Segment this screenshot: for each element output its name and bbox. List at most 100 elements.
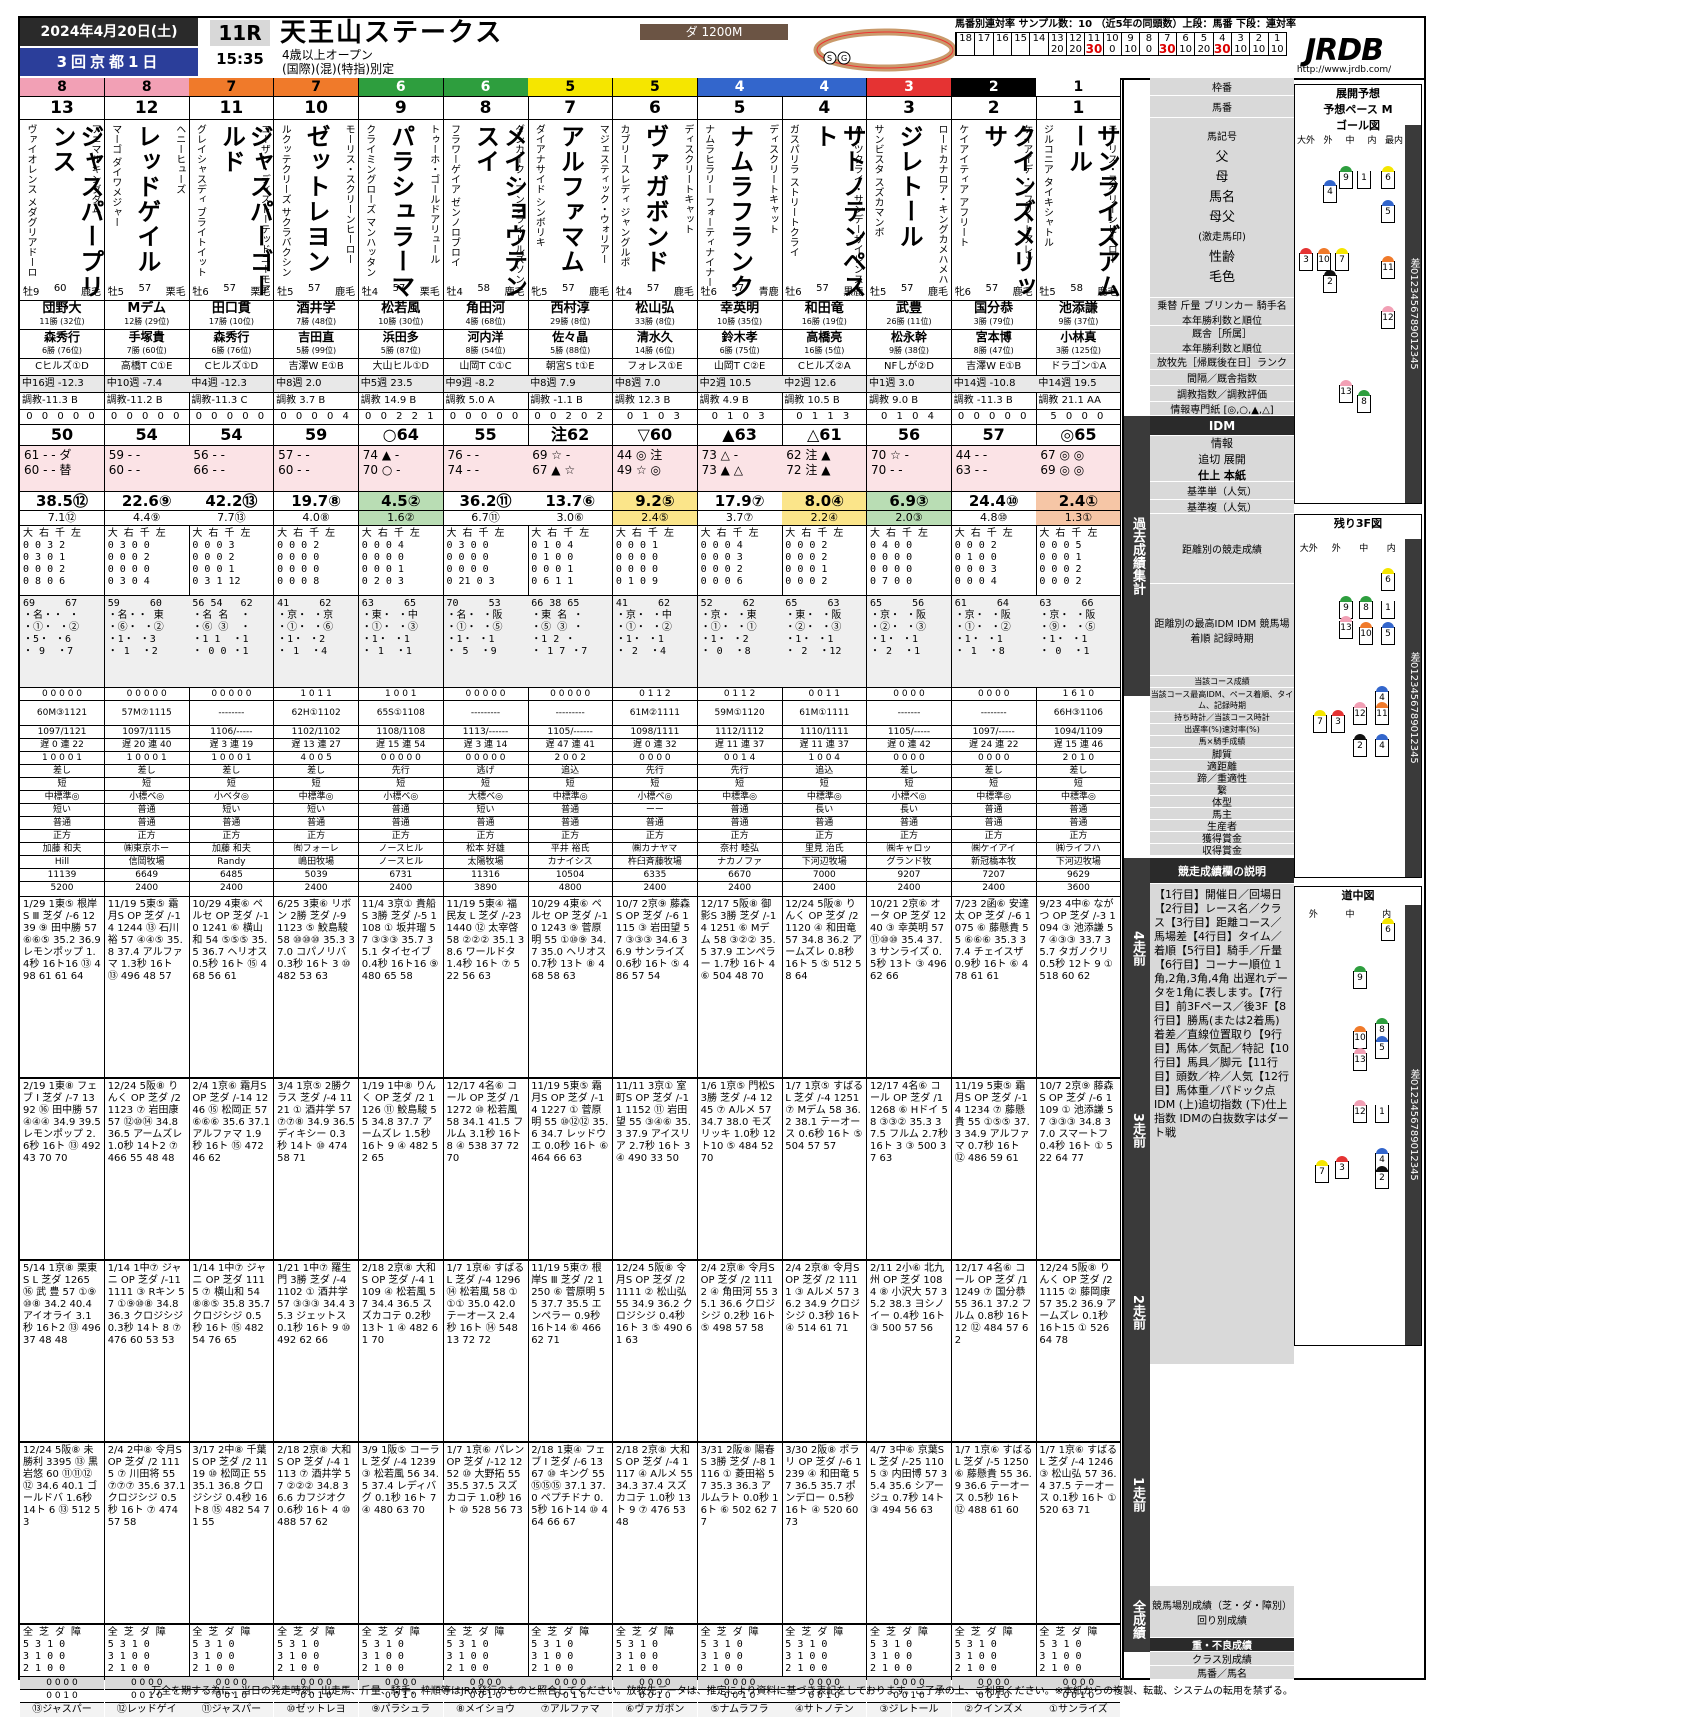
past-race[interactable]: 10/7 2京⑨ 藤森S OP 芝ダ /-6 1115 ③ 岩田望 57 ③③③… [612, 897, 697, 1079]
past-race[interactable]: 10/29 4東⑥ ペルセ OP 芝ダ /-10 1241 ⑥ 横山和 54 ⑤… [189, 897, 274, 1079]
trainer-name[interactable]: 宮本博 [976, 330, 1012, 344]
past-race[interactable]: 11/19 5東⑤ 霜月S OP 芝ダ /-14 1244 ⑬ 石川裕 57 ④… [104, 897, 189, 1079]
past-race[interactable]: 3/17 2中⑧ 千葉S OP 芝ダ /2 1119 ⑩ 松岡正 55 35.1… [189, 1443, 274, 1625]
past-race[interactable]: 11/19 5東⑤ 霜月S OP 芝ダ /-14 1227 ① 菅原明 55 ⑩… [528, 1079, 613, 1261]
jockey-name[interactable]: Mデム [127, 301, 166, 316]
horse-name[interactable]: メイショウテンスイ [472, 124, 528, 300]
past-race[interactable]: 2/19 1東⑧ フェブ I 芝ダ /-7 1392 ⑯ 田中勝 57 ④④④ … [20, 1079, 104, 1261]
past-race[interactable]: 2/4 2中⑧ 令月S OP 芝ダ /2 1115 ⑦ 川田将 55 ⑦⑦⑦ 3… [104, 1443, 189, 1625]
past-race[interactable]: 2/18 2京⑧ 大和S OP 芝ダ /-4 1113 ⑦ 酒井学 57 ②②②… [274, 1443, 359, 1625]
past-race[interactable]: 11/19 5東④ 福民友 L 芝ダ /-23 1440 ⑫ 太宰啓 58 ②②… [443, 897, 528, 1079]
horse-name[interactable]: ヴァガボンド [641, 124, 669, 274]
past-race[interactable]: 1/14 1中⑦ ジャニ OP 芝ダ /-11 1111 ③ Rキン 57 ①⑨… [104, 1261, 189, 1443]
jockey-name[interactable]: 和田竜 [805, 301, 844, 316]
past-race[interactable]: 2/4 2京⑧ 令月S OP 芝ダ /2 1112 ④ 角田河 55 35.1 … [697, 1261, 782, 1443]
past-race[interactable]: 12/17 4名⑥ コール OP 芝ダ /1 1272 ⑩ 松若風 58 34.… [443, 1079, 528, 1261]
past-race[interactable]: 1/21 1中⑦ 羅生門 3勝 芝ダ /-4 1102 ① 酒井学 57 ③③③… [274, 1261, 359, 1443]
trainer-name[interactable]: 清水久 [637, 330, 673, 344]
past-race[interactable]: 1/7 1京⑥ パレン OP 芝ダ /-12 1252 ⑩ 大野拓 55 35.… [443, 1443, 528, 1625]
past-race[interactable]: 4/7 3中⑥ 京葉S L 芝ダ /-25 1105 ③ 内田博 57 35.4… [867, 1443, 951, 1625]
horse-name[interactable]: アルファマム [556, 124, 584, 274]
horse-name[interactable]: ジャスパーゴールド [217, 124, 273, 300]
past-race[interactable]: 1/7 1京⑥ すばる L 芝ダ /-4 1296 ⑭ 松若風 58 ①①① 3… [443, 1261, 528, 1443]
past-race[interactable]: 12/24 5阪⑧ りんく OP 芝ダ /2 1123 ⑦ 岩田康 57 ⑫⑩⑭… [104, 1079, 189, 1261]
past-race[interactable]: 12/24 5阪⑧ りんく OP 芝ダ /2 1120 ④ 和田竜 57 34.… [782, 897, 867, 1079]
past-race[interactable]: 3/4 1京⑤ 2勝クラス 芝ダ /-4 1121 ① 酒井学 57 ⑦⑦⑧ 3… [274, 1079, 359, 1261]
pastern: 普通 [528, 804, 613, 817]
trainer-name[interactable]: 浜田多 [383, 330, 419, 344]
idm-value: 59 [274, 425, 359, 446]
past-race[interactable]: 10/21 2京⑥ オータ OP 芝ダ 1240 ③ 幸英明 57 ⑪⑩⑩ 35… [867, 897, 951, 1079]
trainer-name[interactable]: 森秀行 [213, 330, 249, 344]
past-race[interactable]: 1/7 1京⑥ すばる L 芝ダ /-5 1250 ⑥ 藤懸貴 55 36.9 … [951, 1443, 1036, 1625]
jockey-name[interactable]: 池添謙 [1059, 301, 1098, 316]
past-race[interactable]: 1/19 1中⑧ りんく OP 芝ダ /2 1126 ⑪ 鮫島駿 55 34.8… [358, 1079, 443, 1261]
jockey-name[interactable]: 幸英明 [720, 301, 759, 316]
trainer-name[interactable]: 手塚貴 [129, 330, 165, 344]
past-race[interactable]: 11/4 3京① 貴船S 3勝 芝ダ /-5 1108 ① 坂井瑠 57 ③③③… [358, 897, 443, 1079]
trainer-name[interactable]: 佐々晶 [552, 330, 588, 344]
trainer-name[interactable]: 森秀行 [44, 330, 80, 344]
past-race[interactable]: 1/29 1東⑤ 根岸S Ⅲ 芝ダ /-6 1239 ⑨ 田中勝 57 ⑥⑥⑤ … [20, 897, 104, 1079]
past-race[interactable]: 10/29 4東⑥ ペルセ OP 芝ダ /-10 1243 ⑨ 菅原明 55 ①… [528, 897, 613, 1079]
past-race[interactable]: 6/25 3東⑥ リボン 2勝 芝ダ /-9 1123 ⑤ 鮫島駿 58 ⑩⑩⑩… [274, 897, 359, 1079]
past-race[interactable]: 1/7 1京⑥ すばる L 芝ダ /-4 1246 ③ 松山弘 57 36.4 … [1036, 1443, 1121, 1625]
horse-name[interactable]: サンライズアムール [1064, 124, 1120, 300]
past-race[interactable]: 12/24 5阪⑧ 未勝利 3395 ⑬ 黒岩悠 60 ⑪⑪⑫⑫ 34.6 40… [20, 1443, 104, 1625]
jrdb-url[interactable]: http://www.jrdb.com/ [1274, 66, 1414, 75]
horse-name[interactable]: ナムラフランク [726, 124, 754, 299]
past-race[interactable]: 2/18 2京⑧ 大和S OP 芝ダ /-4 1109 ④ 松若風 57 34.… [358, 1261, 443, 1443]
past-race[interactable]: 2/4 2京⑧ 令月S OP 芝ダ /2 1111 ③ Aルメ 57 36.2 … [782, 1261, 867, 1443]
past-race[interactable]: 11/11 3京① 室町S OP 芝ダ /-11 1152 ⑪ 岩田望 55 ③… [612, 1079, 697, 1261]
past-race[interactable]: 2/4 1京⑥ 霜月S OP 芝ダ /-14 1246 ⑮ 松岡正 57 ⑥⑥⑥… [189, 1079, 274, 1261]
past-race[interactable]: 12/17 4名⑥ コール OP 芝ダ /1 1249 ⑦ 国分恭 55 36.… [951, 1261, 1036, 1443]
trainer-name[interactable]: 鈴木孝 [722, 330, 758, 344]
past-race[interactable]: 10/7 2京⑨ 藤森S OP 芝ダ /-6 1109 ① 池添謙 57 ③③③… [1036, 1079, 1121, 1261]
past-race[interactable]: 1/7 1京⑤ すばる L 芝ダ /-4 1251 ⑦ Mデム 58 36.2 … [782, 1079, 867, 1261]
horse-number: 12 [104, 97, 189, 120]
label-side-3: 3走前 [1124, 1040, 1150, 1222]
past-race[interactable]: 2/11 2小⑥ 北九州 OP 芝ダ 1084 ⑧ 小沢大 57 35.2 38… [867, 1261, 951, 1443]
jockey-name[interactable]: 角田河 [466, 301, 505, 316]
past-race[interactable]: 3/31 2阪⑧ 陽春S 3勝 芝ダ /-8 1116 ① 菱田裕 57 35.… [697, 1443, 782, 1625]
past-race[interactable]: 2/18 1東④ フェブ I 芝ダ /-6 1367 ⑩ キング 55 ⑮⑮⑮ … [528, 1443, 613, 1625]
jockey-name[interactable]: 松山弘 [635, 301, 674, 316]
past-race[interactable]: 1/14 1中⑦ ジャニ OP 芝ダ 1115 ⑦ 横山和 54 ⑧⑧⑤ 35.… [189, 1261, 274, 1443]
hoof-aptitude: 中標準◎ [20, 791, 104, 804]
past-race[interactable]: 1/6 1京⑤ 門松S 3勝 芝ダ /-4 1245 ⑦ Aルメ 57 34.7… [697, 1079, 782, 1261]
past-race[interactable]: 5/14 1京⑧ 栗東S L 芝ダ 1265 ⑯ 武 豊 57 ①⑨⑩⑧ 34.… [20, 1261, 104, 1443]
trainer-name[interactable]: 吉田直 [298, 330, 334, 344]
race-date: 2024年4月20日(土) [20, 18, 198, 46]
past-race[interactable]: 12/17 5阪⑧ 御影S 3勝 芝ダ /-14 1251 ⑥ Mデム 58 ③… [697, 897, 782, 1079]
past-race[interactable]: 3/9 1阪⑤ コーラ L 芝ダ /-4 1239 ③ 松若風 56 34.5 … [358, 1443, 443, 1625]
past-race[interactable]: 2/18 2京⑧ 大和S OP 芝ダ /-4 1117 ④ Aルメ 55 34.… [612, 1443, 697, 1625]
hojo-cell: 山岡T C②E [697, 359, 782, 376]
jockey-name[interactable]: 国分恭 [974, 301, 1013, 316]
past-race[interactable]: 11/19 5東⑦ 根岸S Ⅲ 芝ダ /2 1250 ⑥ 菅原明 55 37.7… [528, 1261, 613, 1443]
past-race[interactable]: 12/24 5阪⑧ 令月S OP 芝ダ /2 1111 ② 松山弘 55 34.… [612, 1261, 697, 1443]
trainer-name[interactable]: 河内洋 [467, 330, 503, 344]
track-record: 全 芝 ダ 障 5 3 1 0 3 1 0 0 2 1 0 0 [1036, 1625, 1121, 1677]
trainer-name[interactable]: 高橋亮 [806, 330, 842, 344]
past-race[interactable]: 9/23 4中⑥ ながつ OP 芝ダ /-3 1094 ③ 池添謙 57 ④③③… [1036, 897, 1121, 1079]
horse-name[interactable]: ジャスパープリンス [48, 124, 104, 300]
jockey-name[interactable]: 田口貫 [212, 301, 251, 316]
jockey-name[interactable]: 団野大 [42, 301, 81, 316]
trainer-name[interactable]: 松永幹 [891, 330, 927, 344]
horse-name[interactable]: サトノテンペスト [810, 124, 866, 300]
jockey-name[interactable]: 酒井学 [297, 301, 336, 316]
past-race[interactable]: 7/23 2函⑥ 安達太 OP 芝ダ /-6 1075 ⑥ 藤懸貴 55 ⑥⑥⑥… [951, 897, 1036, 1079]
jockey-name[interactable]: 西村淳 [551, 301, 590, 316]
trainer-name[interactable]: 小林真 [1060, 330, 1096, 344]
horse-name[interactable]: ジレトール [895, 124, 923, 249]
past-race[interactable]: 11/19 5東⑤ 霜月S OP 芝ダ /-14 1234 ⑦ 藤懸貴 55 ①… [951, 1079, 1036, 1261]
horse-name[interactable]: ゼットレヨン [302, 124, 330, 274]
horse-name[interactable]: クインズメリッサ [980, 124, 1036, 300]
horse-name[interactable]: レッドゲイル [133, 124, 161, 274]
past-race[interactable]: 12/24 5阪⑧ りんく OP 芝ダ /2 1115 ② 藤岡康 57 35.… [1036, 1261, 1121, 1443]
jockey-name[interactable]: 松若風 [381, 301, 420, 316]
past-race[interactable]: 12/17 4名⑥ コール OP 芝ダ /1 1268 ⑥ Hドイ 58 ③③②… [867, 1079, 951, 1261]
jockey-name[interactable]: 武豊 [896, 301, 922, 316]
horse-name[interactable]: パラシュラーマ [387, 124, 415, 299]
past-race[interactable]: 3/30 2阪⑧ ポラリ OP 芝ダ /-6 1239 ④ 和田竜 57 36.… [782, 1443, 867, 1625]
